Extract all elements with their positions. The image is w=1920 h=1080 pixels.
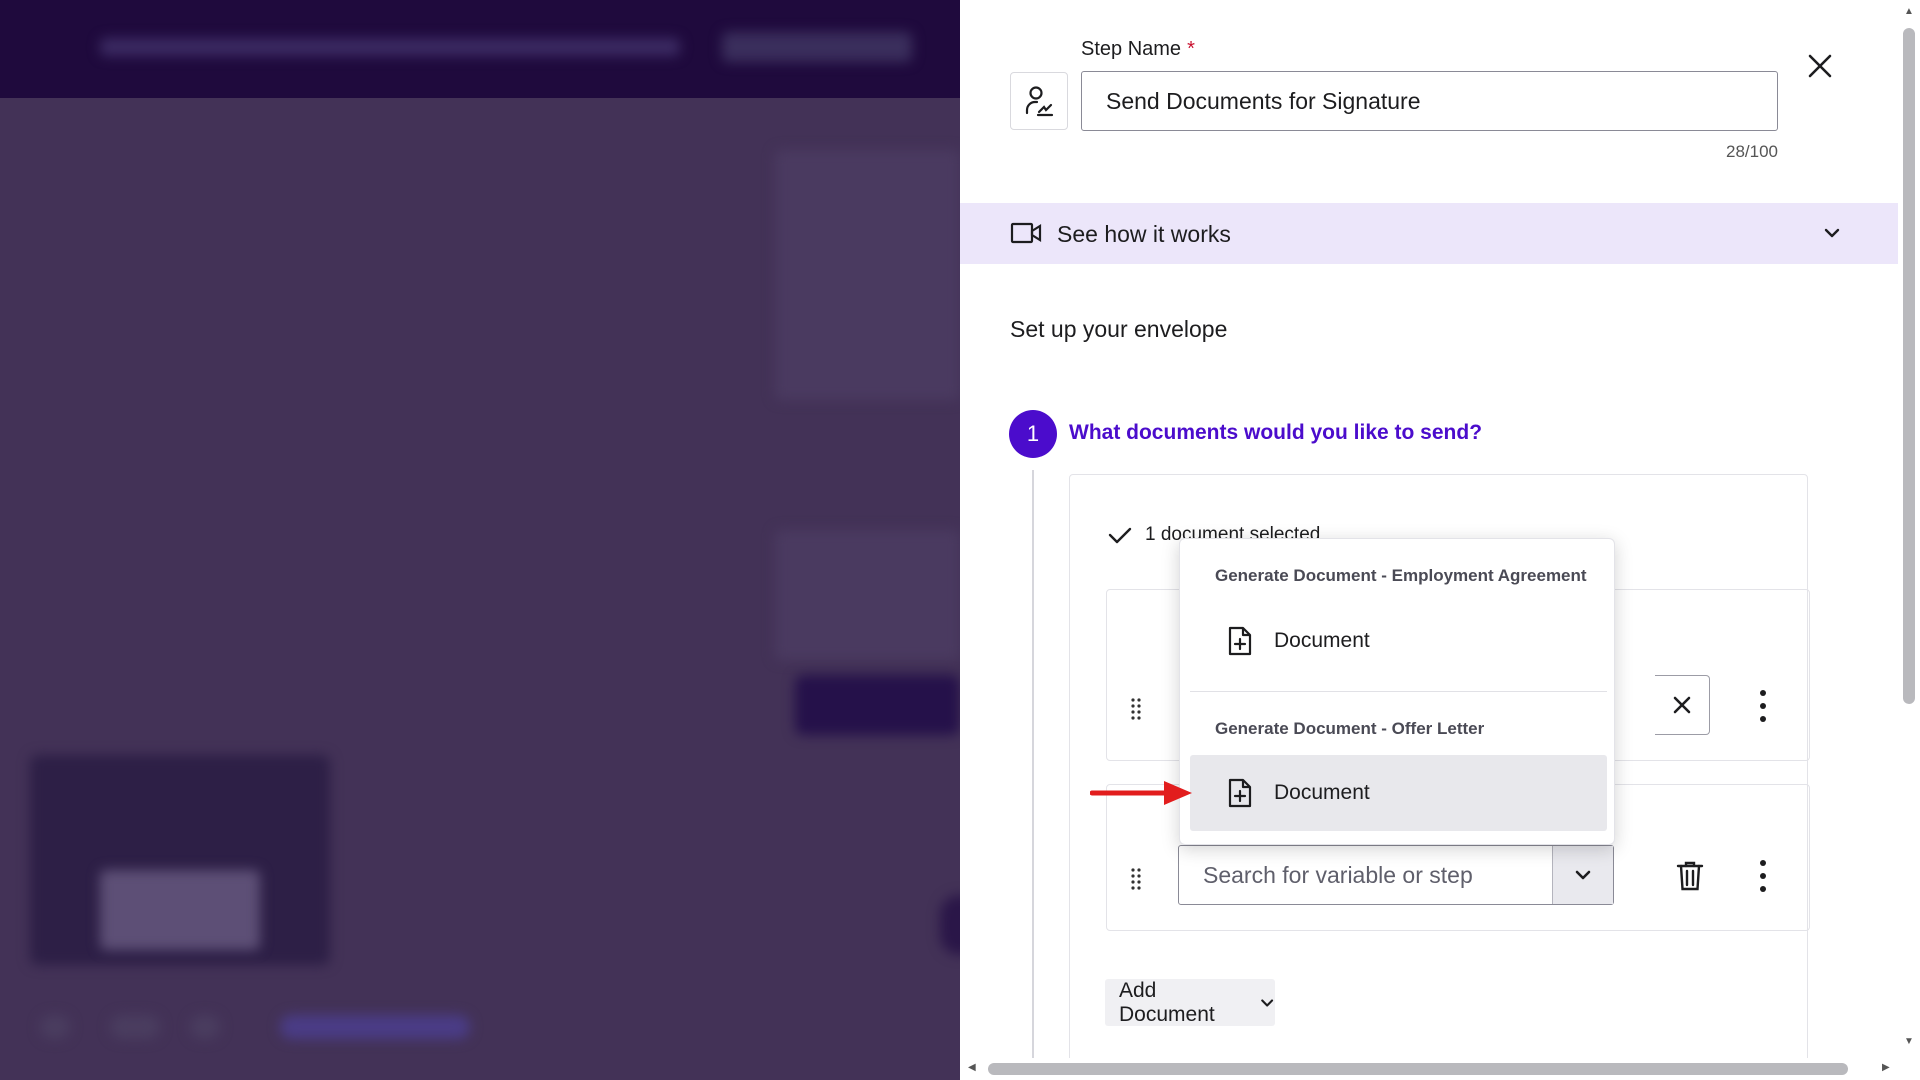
background-blur-thumbnail-inner	[100, 870, 260, 950]
vertical-scrollbar[interactable]: ▲ ▼	[1898, 0, 1920, 1080]
horizontal-scroll-thumb[interactable]	[988, 1063, 1848, 1075]
document-plus-icon	[1228, 626, 1252, 656]
background-app	[0, 0, 960, 1080]
required-mark: *	[1187, 38, 1195, 60]
scroll-right-icon[interactable]: ▶	[1882, 1062, 1890, 1073]
section-title: Set up your envelope	[1010, 316, 1228, 342]
dropdown-toggle-button[interactable]	[1552, 846, 1613, 904]
character-counter: 28/100	[1726, 142, 1778, 161]
dropdown-option-document-highlighted[interactable]: Document	[1190, 755, 1607, 831]
add-document-button[interactable]: Add Document	[1105, 979, 1275, 1026]
chevron-down-icon	[1824, 228, 1840, 238]
drag-handle-icon[interactable]	[1130, 697, 1142, 723]
scroll-down-icon[interactable]: ▼	[1904, 1036, 1914, 1047]
step-number-badge: 1	[1009, 410, 1057, 458]
background-blur-button	[722, 32, 912, 62]
close-button[interactable]	[1802, 48, 1838, 84]
close-icon	[1673, 696, 1691, 714]
dropdown-option-label: Document	[1274, 629, 1370, 652]
horizontal-scrollbar[interactable]: ◀ ▶	[960, 1058, 1898, 1080]
variable-search-input[interactable]	[1179, 846, 1552, 904]
background-blur-pill	[190, 1015, 220, 1039]
vertical-scroll-thumb[interactable]	[1903, 28, 1915, 704]
more-options-icon[interactable]	[1757, 688, 1769, 724]
see-how-it-works-toggle[interactable]: See how it works	[960, 203, 1898, 264]
scroll-left-icon[interactable]: ◀	[968, 1062, 976, 1073]
trash-icon[interactable]	[1676, 860, 1704, 892]
dropdown-option-document[interactable]: Document	[1190, 603, 1607, 679]
scroll-up-icon[interactable]: ▲	[1904, 6, 1914, 17]
background-blur-pill	[110, 1015, 160, 1039]
background-blur-card	[775, 530, 960, 660]
chevron-down-icon	[1575, 870, 1591, 880]
add-document-label: Add Document	[1119, 978, 1215, 1026]
dropdown-group-title: Generate Document - Offer Letter	[1215, 719, 1485, 738]
step-name-label-text: Step Name	[1081, 38, 1182, 60]
clear-selection-button[interactable]	[1655, 675, 1710, 735]
step-name-label: Step Name *	[1081, 38, 1195, 61]
background-blur-text	[100, 38, 680, 56]
dropdown-group-title: Generate Document - Employment Agreement	[1215, 566, 1587, 585]
background-blur-pill	[40, 1015, 70, 1039]
background-blur-link	[280, 1015, 470, 1039]
drag-handle-icon[interactable]	[1130, 867, 1142, 893]
chevron-down-icon	[1260, 998, 1273, 1007]
variable-dropdown-menu: Generate Document - Employment Agreement…	[1179, 538, 1615, 845]
annotation-arrow-icon	[1090, 781, 1192, 805]
dropdown-divider	[1190, 691, 1607, 692]
close-icon	[1808, 54, 1832, 78]
background-blur-fab	[940, 895, 960, 955]
user-signature-icon	[1010, 72, 1068, 130]
step-config-panel: Step Name* 28/100 See how it works Set u…	[960, 0, 1920, 1080]
video-camera-icon	[1010, 222, 1042, 244]
question-heading: What documents would you like to send?	[1069, 421, 1483, 444]
document-plus-icon	[1228, 778, 1252, 808]
dropdown-option-label: Document	[1274, 781, 1370, 804]
step-connector-line	[1032, 470, 1034, 1070]
background-blur-button	[795, 675, 960, 735]
step-name-input[interactable]	[1081, 71, 1778, 131]
check-icon	[1108, 527, 1132, 544]
variable-search-combobox[interactable]	[1178, 845, 1614, 905]
more-options-icon[interactable]	[1757, 858, 1769, 894]
see-how-it-works-label: See how it works	[1057, 221, 1231, 247]
background-blur-card	[775, 150, 960, 400]
